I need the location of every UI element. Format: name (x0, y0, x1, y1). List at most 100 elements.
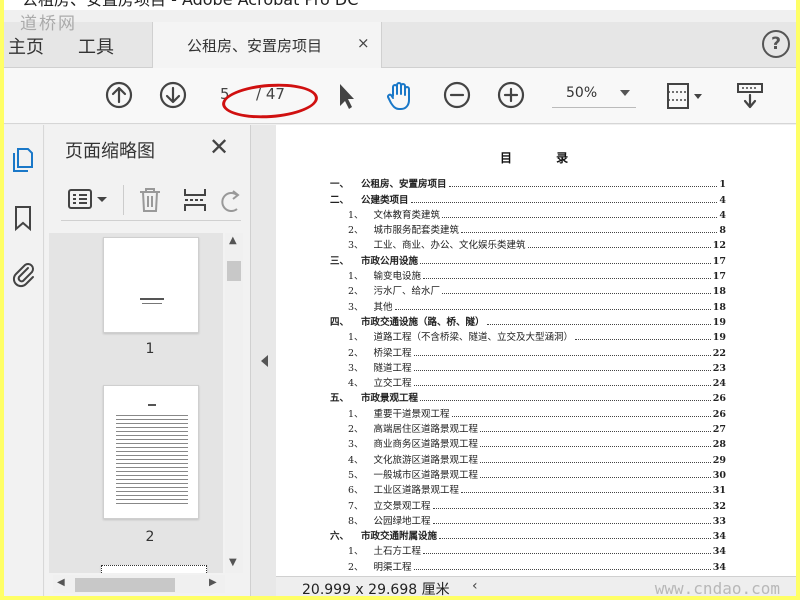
toc-entry-label: 高端居住区道路景观工程 (373, 424, 479, 436)
toc-leader-dots (432, 522, 711, 524)
toc-entry[interactable]: 3、 商业商务区道路景观工程 28 (330, 435, 726, 450)
toc-leader-dots (420, 400, 711, 402)
toc-entry[interactable]: 2、 桥梁工程 22 (330, 343, 726, 359)
rotate-page-icon[interactable] (221, 187, 241, 219)
toc-entry-number: 六、 (330, 531, 350, 543)
toc-entry[interactable]: 1、 道路工程（不含桥梁、隧道、立交及大型涵洞） 19 (330, 328, 726, 343)
toc-entry[interactable]: 7、 立交景观工程 32 (330, 496, 726, 512)
toc-entry[interactable]: 2、 城市服务配套类建筑 8 (330, 221, 726, 236)
help-icon[interactable]: ? (762, 30, 790, 58)
page-thumbnails-icon[interactable] (8, 145, 38, 179)
toc-entry-label: 立交景观工程 (373, 500, 431, 512)
toc-leader-dots (480, 461, 711, 463)
thumbnail-page-1[interactable] (103, 237, 199, 333)
toc-entry[interactable]: 1、 输变电设施 17 (330, 267, 726, 282)
toc-leader-dots (413, 385, 711, 387)
tab-home[interactable]: 主页 (8, 33, 44, 59)
toc-entry[interactable]: 五、 市政景观工程 26 (330, 389, 726, 404)
toc-entry-page: 24 (712, 378, 726, 390)
toc-entry-label: 市政交通设施（路、桥、隧） (361, 316, 485, 328)
close-tab-icon[interactable]: × (357, 34, 370, 52)
toc-leader-dots (461, 232, 718, 234)
toc-leader-dots (480, 431, 711, 433)
thumbnail-options-icon[interactable] (67, 187, 111, 217)
toc-entry-label: 重要干道景观工程 (373, 408, 450, 420)
scrollbar-thumb[interactable] (75, 578, 175, 592)
thumbnail-page-2[interactable] (103, 385, 199, 519)
toc-leader-dots (439, 538, 711, 540)
toc-entry[interactable]: 3、 隧道工程 23 (330, 359, 726, 374)
toc-entry-label: 公租房、安置房项目 (361, 179, 447, 191)
insert-page-icon[interactable] (181, 185, 209, 219)
fit-page-icon[interactable] (664, 80, 704, 116)
close-panel-icon[interactable]: ✕ (209, 133, 229, 161)
attachment-icon[interactable] (8, 259, 38, 293)
scroll-mode-icon[interactable] (734, 80, 766, 116)
thumbnail-panel: 页面缩略图 ✕ 1 2 ▲ ▼ ◀ ▶ (45, 125, 250, 596)
thumbnail-page-3[interactable] (101, 565, 207, 573)
toc-entry[interactable]: 四、 市政交通设施（路、桥、隧） 19 (330, 313, 726, 328)
tab-document[interactable]: 公租房、安置房项目 × (152, 22, 382, 68)
toc-entry-label: 市政景观工程 (361, 393, 419, 405)
toc-entry-number: 5、 (348, 469, 364, 481)
toc-entry[interactable]: 3、 其他 18 (330, 297, 726, 313)
toc-entry-page: 29 (712, 454, 726, 466)
toc-leader-dots (423, 278, 711, 280)
toc-entry[interactable]: 一、 公租房、安置房项目 1 (330, 175, 726, 190)
select-arrow-icon[interactable] (334, 80, 358, 116)
toc-entry-label: 隧道工程 (373, 362, 412, 374)
toc-entry[interactable]: 1、 文体教育类建筑 4 (330, 206, 726, 221)
document-title: 目 录 (500, 151, 589, 165)
toc-entry[interactable]: 4、 立交工程 24 (330, 374, 726, 389)
toc-entry[interactable]: 2、 污水厂、给水厂 18 (330, 282, 726, 297)
toc-entry-label: 市政公用设施 (361, 255, 419, 267)
toc-entry-label: 立交工程 (373, 378, 412, 390)
toc-entry[interactable]: 6、 工业区道路景观工程 31 (330, 481, 726, 496)
toc-entry-number: 7、 (348, 500, 364, 512)
toc-entry-number: 四、 (330, 316, 350, 328)
zoom-select[interactable]: 50% (552, 84, 636, 108)
status-bar: 20.999 x 29.698 厘米 ‹ www.cndao.com (276, 576, 796, 596)
toc-entry[interactable]: 二、 公建类项目 4 (330, 190, 726, 206)
collapse-panel-icon[interactable] (261, 355, 268, 367)
previous-page-icon[interactable] (104, 80, 134, 114)
toc-entry[interactable]: 六、 市政交通附属设施 34 (330, 527, 726, 542)
scroll-left-icon[interactable]: ‹ (472, 578, 478, 594)
toc-entry[interactable]: 2、 高端居住区道路景观工程 27 (330, 420, 726, 435)
toc-entry-page: 19 (712, 332, 726, 344)
vertical-scrollbar[interactable]: ▲ ▼ (225, 233, 243, 573)
toc-entry-label: 市政交通附属设施 (361, 531, 438, 543)
zoom-value: 50% (566, 85, 598, 101)
toc-entry[interactable]: 4、 文化旅游区道路景观工程 29 (330, 450, 726, 466)
scrollbar-thumb[interactable] (227, 261, 241, 281)
toc-entry[interactable]: 8、 公园绿地工程 33 (330, 512, 726, 527)
toc-entry[interactable]: 1、 土石方工程 34 (330, 542, 726, 557)
bookmark-icon[interactable] (8, 203, 38, 237)
document-viewport[interactable]: 目 录 一、 公租房、安置房项目 1 二、 公建类项目 4 1、 文体教育类建筑 4 2、 城市服务… (276, 125, 796, 576)
zoom-out-icon[interactable] (442, 80, 472, 114)
tab-tools[interactable]: 工具 (78, 33, 114, 59)
scroll-left-icon[interactable]: ◀ (57, 577, 65, 588)
toc-entry-number: 1、 (348, 408, 364, 420)
toc-entry[interactable]: 2、 明渠工程 34 (330, 557, 726, 573)
horizontal-scrollbar[interactable]: ◀ ▶ (53, 575, 225, 593)
toc-entry-label: 土石方工程 (373, 546, 422, 558)
toc-leader-dots (486, 323, 711, 325)
scroll-right-icon[interactable]: ▶ (209, 577, 217, 588)
scroll-up-icon[interactable]: ▲ (229, 235, 237, 246)
toc-entry-page: 32 (712, 500, 726, 512)
toc-entry-number: 4、 (348, 454, 364, 466)
zoom-in-icon[interactable] (496, 80, 526, 114)
toc-entry[interactable]: 5、 一般城市区道路景观工程 30 (330, 466, 726, 481)
toc-entry-number: 2、 (348, 347, 364, 359)
toc-entry[interactable]: 3、 工业、商业、办公、文化娱乐类建筑 12 (330, 236, 726, 251)
trash-icon[interactable] (137, 185, 163, 219)
toc-entry[interactable]: 三、 市政公用设施 17 (330, 251, 726, 267)
next-page-icon[interactable] (158, 80, 188, 114)
toc-leader-dots (413, 568, 711, 570)
panel-splitter[interactable] (250, 125, 276, 596)
hand-icon[interactable] (384, 80, 416, 116)
toc-entry[interactable]: 1、 重要干道景观工程 26 (330, 404, 726, 420)
scroll-down-icon[interactable]: ▼ (229, 557, 237, 568)
toc-leader-dots (575, 339, 711, 341)
